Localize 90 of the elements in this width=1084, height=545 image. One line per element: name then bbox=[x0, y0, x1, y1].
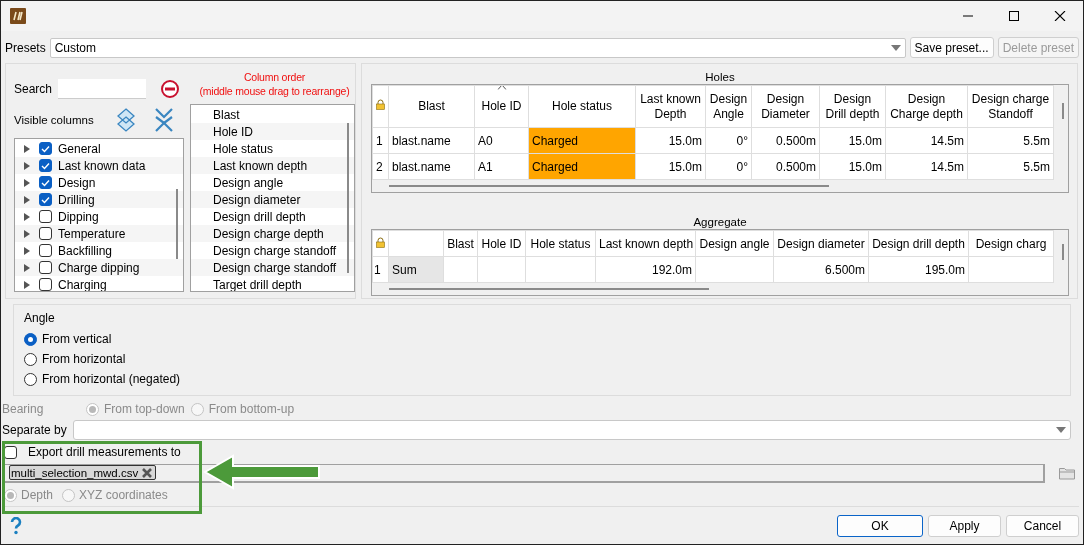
separate-by-label: Separate by bbox=[2, 423, 67, 437]
checkbox[interactable] bbox=[39, 193, 52, 206]
maximize-icon[interactable] bbox=[1008, 11, 1020, 21]
table-cell: 14.5m bbox=[885, 153, 968, 180]
file-name: multi_selection_mwd.csv bbox=[11, 466, 139, 479]
dropdown-caret-icon[interactable] bbox=[1056, 427, 1066, 433]
visible-columns-label: Visible columns bbox=[14, 114, 94, 126]
lock-icon bbox=[376, 236, 385, 248]
bearing-label: Bearing bbox=[2, 402, 45, 416]
radio-button[interactable] bbox=[24, 352, 37, 366]
tree-item[interactable]: Dipping bbox=[58, 209, 99, 224]
table-cell: blast.name bbox=[388, 153, 475, 180]
radio-button[interactable] bbox=[24, 332, 37, 346]
table-cell: A1 bbox=[474, 153, 529, 180]
dialog-button[interactable]: OK bbox=[837, 514, 923, 537]
angle-group-title: Angle bbox=[24, 311, 56, 325]
table-cell: 0° bbox=[705, 153, 752, 180]
radio-label: From horizontal (negated) bbox=[42, 372, 181, 386]
column-order-hint: (middle mouse drag to rearrange) bbox=[199, 84, 350, 98]
aggregate-title: Aggregate bbox=[692, 215, 748, 229]
dialog-button[interactable]: Apply bbox=[928, 514, 1001, 537]
table-cell: A0 bbox=[474, 127, 529, 154]
radio-label: Depth bbox=[21, 488, 54, 502]
table-cell: 0.500m bbox=[751, 127, 820, 154]
search-label: Search bbox=[14, 82, 53, 96]
scrollbar[interactable] bbox=[1062, 244, 1064, 260]
holes-title: Holes bbox=[704, 70, 736, 84]
list-item[interactable]: Design angle bbox=[213, 175, 284, 190]
scrollbar[interactable] bbox=[389, 185, 829, 187]
tree-item[interactable]: Charging bbox=[58, 277, 107, 291]
list-item[interactable]: Design charge standoff bbox=[213, 243, 337, 258]
dropdown-caret-icon[interactable] bbox=[890, 44, 901, 51]
table-cell: 0.500m bbox=[751, 153, 820, 180]
checkbox[interactable] bbox=[39, 142, 52, 155]
table-cell: 15.0m bbox=[635, 153, 706, 180]
scrollbar[interactable] bbox=[389, 288, 709, 290]
row-number: 1 bbox=[372, 127, 389, 154]
checkbox[interactable] bbox=[39, 261, 52, 274]
table-cell: Charged bbox=[528, 153, 636, 180]
table-cell: 15.0m bbox=[819, 127, 886, 154]
table-cell: Charged bbox=[528, 127, 636, 154]
app-icon bbox=[10, 8, 26, 24]
dialog-button[interactable]: Cancel bbox=[1006, 514, 1079, 537]
column-order-title: Column order bbox=[243, 70, 306, 84]
radio-label: From vertical bbox=[42, 332, 112, 346]
table-cell: 14.5m bbox=[885, 127, 968, 154]
list-item[interactable]: Blast bbox=[213, 107, 240, 122]
expand-all-icon[interactable] bbox=[115, 108, 136, 132]
scrollbar[interactable] bbox=[347, 123, 349, 273]
help-icon[interactable] bbox=[9, 516, 23, 535]
radio-label: From bottom-up bbox=[208, 402, 295, 416]
table-cell: 15.0m bbox=[635, 127, 706, 154]
presets-dropdown[interactable]: Custom bbox=[49, 37, 906, 58]
search-field[interactable] bbox=[58, 79, 147, 99]
checkbox[interactable] bbox=[39, 278, 52, 291]
radio-label: From top-down bbox=[104, 402, 185, 416]
lock-icon bbox=[376, 99, 385, 110]
tree-item[interactable]: Drilling bbox=[58, 192, 95, 207]
tree-item[interactable]: Backfilling bbox=[58, 243, 113, 258]
tree-item[interactable]: Design bbox=[58, 175, 96, 190]
radio-label: XYZ coordinates bbox=[79, 488, 168, 502]
presets-label: Presets bbox=[5, 40, 46, 55]
remove-icon[interactable] bbox=[160, 79, 181, 99]
table-cell: blast.name bbox=[388, 127, 475, 154]
checkbox[interactable] bbox=[39, 244, 52, 257]
list-item[interactable]: Target drill depth bbox=[213, 277, 302, 291]
table-cell: 15.0m bbox=[819, 153, 886, 180]
collapse-all-icon[interactable] bbox=[153, 107, 174, 133]
row-number: 1 bbox=[372, 256, 389, 283]
table-cell: 5.5m bbox=[967, 153, 1054, 180]
table-cell: 5.5m bbox=[967, 127, 1054, 154]
scrollbar[interactable] bbox=[176, 189, 178, 259]
table-cell: 0° bbox=[705, 127, 752, 154]
checkbox[interactable] bbox=[39, 159, 52, 172]
table-cell: 192.0m bbox=[595, 256, 696, 283]
checkbox[interactable] bbox=[39, 227, 52, 240]
list-item[interactable]: Design drill depth bbox=[213, 209, 306, 224]
close-icon[interactable] bbox=[1054, 11, 1066, 21]
row-number: 2 bbox=[372, 153, 389, 180]
preset-button[interactable]: Save preset... bbox=[909, 37, 994, 58]
table-cell: 195.0m bbox=[868, 256, 969, 283]
radio-label: From horizontal bbox=[42, 352, 126, 366]
radio-button[interactable] bbox=[24, 372, 37, 386]
tree-item[interactable]: General bbox=[58, 141, 101, 156]
list-item[interactable]: Hole status bbox=[213, 141, 274, 156]
table-cell: 6.500m bbox=[773, 256, 869, 283]
export-label: Export drill measurements to bbox=[28, 445, 181, 459]
checkbox[interactable] bbox=[39, 210, 52, 223]
scrollbar[interactable] bbox=[1062, 103, 1064, 119]
checkbox[interactable] bbox=[39, 176, 52, 189]
